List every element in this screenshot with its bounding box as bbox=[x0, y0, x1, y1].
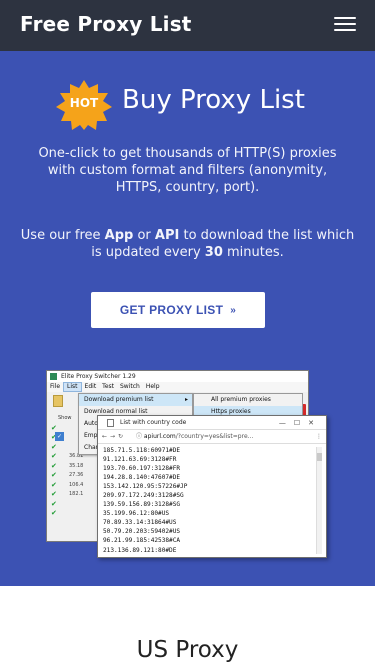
proxy-line: 35.199.96.12:80#US bbox=[103, 510, 170, 518]
proxy-line: 213.136.89.121:80#DE bbox=[103, 546, 177, 554]
list-item: ✔ 27.36 bbox=[51, 471, 84, 479]
proxy-line: 50.79.20.203:59402#US bbox=[103, 528, 181, 536]
proxy-line: 185.71.5.118:60971#DE bbox=[103, 447, 181, 454]
hero-note: Use our free App or API to download the … bbox=[20, 228, 355, 260]
url-text: ⓘ apiurl.com/?country=yes&list=pre... bbox=[136, 433, 254, 440]
api-link[interactable]: API bbox=[155, 228, 179, 243]
get-proxy-list-label: GET PROXY LIST bbox=[119, 303, 224, 317]
proxy-switcher-menubar: File List Edit Test Switch Help bbox=[47, 382, 308, 392]
menu-test: Test bbox=[102, 383, 114, 390]
proxy-list-text: 185.71.5.118:60971#DE 91.121.63.69:3128#… bbox=[101, 446, 323, 554]
browser-address-bar: ←→↻ ⓘ apiurl.com/?country=yes&list=pre..… bbox=[98, 430, 326, 444]
list-item: ✔ bbox=[51, 499, 57, 508]
hot-badge-label: HOT bbox=[69, 96, 99, 110]
menu-item-download-premium: Download premium list ▸ bbox=[79, 394, 192, 406]
hero-section: HOT Buy Proxy List One-click to get thou… bbox=[0, 51, 375, 586]
app-link[interactable]: App bbox=[105, 228, 134, 243]
proxy-line: 194.28.8.140:47607#DE bbox=[103, 474, 181, 482]
more-icon: ⋮ bbox=[316, 433, 322, 440]
us-proxy-heading: US Proxy bbox=[136, 637, 239, 663]
get-proxy-list-button[interactable]: GET PROXY LIST » bbox=[91, 292, 265, 328]
document-icon bbox=[107, 419, 114, 427]
menu-switch: Switch bbox=[120, 383, 140, 390]
proxy-line: 139.59.156.89:3128#SG bbox=[103, 501, 181, 509]
scrollbar bbox=[316, 447, 322, 554]
list-item: ✔ 36.81 bbox=[51, 452, 84, 460]
hamburger-icon[interactable] bbox=[334, 17, 356, 33]
proxy-line: 193.70.60.197:3128#FR bbox=[103, 465, 181, 473]
list-item: ✔ bbox=[51, 442, 57, 451]
proxy-line: 70.89.33.14:31864#US bbox=[103, 519, 177, 527]
hot-badge: HOT bbox=[56, 80, 112, 130]
browser-window: List with country code —☐✕ ←→↻ ⓘ apiurl.… bbox=[97, 415, 327, 558]
proxy-line: 96.21.99.185:42538#CA bbox=[103, 537, 181, 545]
menu-help: Help bbox=[145, 383, 160, 390]
app-icon bbox=[50, 373, 57, 380]
chevron-double-down-icon: » bbox=[230, 304, 237, 316]
proxy-switcher-titlebar: Elite Proxy Switcher 1.29 bbox=[47, 371, 308, 382]
list-item: ✔ 106.4 bbox=[51, 480, 84, 489]
hero-description: One-click to get thousands of HTTP(S) pr… bbox=[38, 146, 337, 195]
app-screenshot: Elite Proxy Switcher 1.29 File List Edit… bbox=[46, 370, 330, 560]
proxy-line: 153.142.120.95:57226#JP bbox=[103, 483, 188, 491]
hero-title: Buy Proxy List bbox=[122, 85, 305, 115]
proxy-line: 91.121.63.69:3128#FR bbox=[103, 456, 177, 464]
folder-icon bbox=[53, 395, 63, 407]
menu-list: List bbox=[63, 382, 82, 392]
nav-arrows-icon: ←→↻ bbox=[102, 433, 127, 440]
browser-titlebar: List with country code —☐✕ bbox=[98, 416, 326, 430]
list-item: ✔ 182.1 bbox=[51, 490, 84, 498]
window-controls: —☐✕ bbox=[278, 419, 322, 427]
list-item: ✔ bbox=[51, 509, 57, 517]
proxy-status-list: Show ✔ ✔ ✔ ✔ 36.81 ✔ 35.18 ✔ 27.36 ✔ 106.4 ✔… bbox=[51, 414, 84, 519]
submenu-all-premium: All premium proxies bbox=[211, 396, 271, 403]
menu-edit: Edit bbox=[84, 383, 97, 390]
check-icon: ✓ bbox=[55, 432, 64, 441]
proxy-line: 209.97.172.249:3128#SG bbox=[103, 492, 184, 500]
brand-logo[interactable]: Free Proxy List bbox=[20, 12, 192, 36]
list-header: Show bbox=[58, 415, 72, 421]
top-navbar: Free Proxy List bbox=[0, 0, 375, 51]
submenu-arrow-icon: ▸ bbox=[184, 396, 188, 403]
list-item: ✔ 35.18 bbox=[51, 461, 84, 470]
menu-file: File bbox=[50, 383, 61, 390]
